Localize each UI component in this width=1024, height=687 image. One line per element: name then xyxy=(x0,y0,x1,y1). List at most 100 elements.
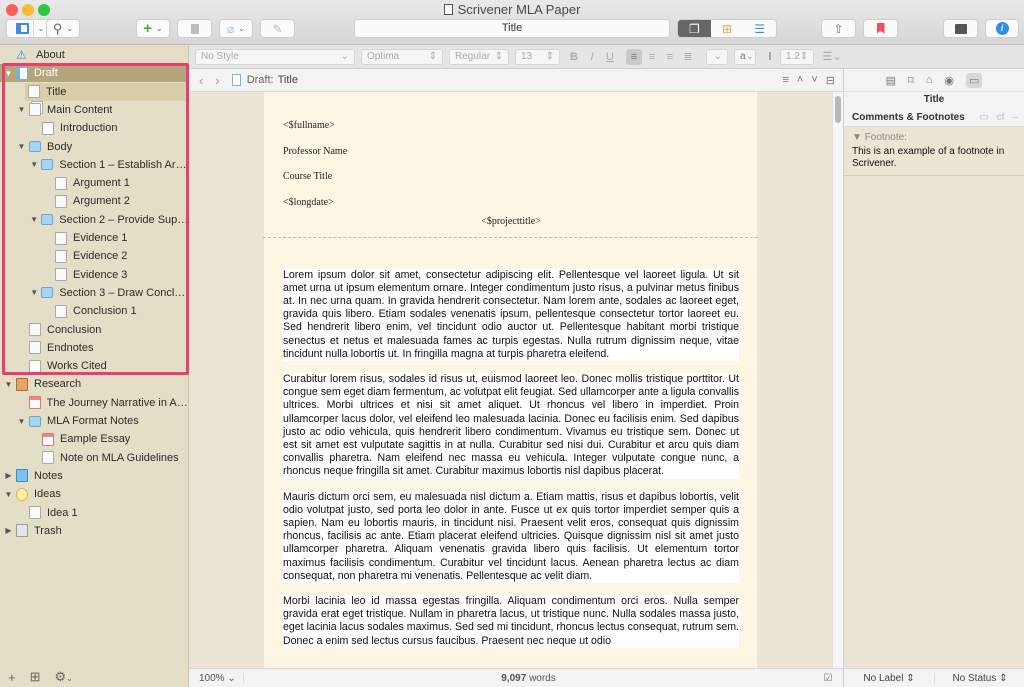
binder-item-eample-essay[interactable]: Eample Essay xyxy=(0,430,189,448)
bookmarks-tab-icon[interactable]: ⌑ xyxy=(908,74,914,87)
snapshots-tab-icon[interactable]: ◉ xyxy=(944,74,954,87)
binder-item-title[interactable]: Title xyxy=(25,82,186,101)
add-footnote-button[interactable]: cf xyxy=(997,112,1005,123)
disclosure-triangle-icon[interactable]: ▼ xyxy=(4,69,13,78)
footnote-header[interactable]: ▼ Footnote: xyxy=(852,132,1016,143)
composition-mode-button[interactable] xyxy=(943,19,978,38)
scrivenings-view-button[interactable]: ❐ xyxy=(678,20,711,37)
document-body[interactable]: Lorem ipsum dolor sit amet, consectetur … xyxy=(264,238,757,648)
target-button[interactable]: ☑ xyxy=(813,673,843,684)
zoom-select[interactable]: 100% ⌄ xyxy=(189,672,244,684)
binder-item-section-3-draw-conclusi[interactable]: ▼ Section 3 – Draw Conclusi… xyxy=(0,284,189,302)
scrollbar-thumb[interactable] xyxy=(835,96,841,123)
item-menu-icon[interactable]: ≡ xyxy=(782,74,788,87)
binder-item-mla-format-notes[interactable]: ▼ MLA Format Notes xyxy=(0,412,189,430)
binder-item-conclusion-1[interactable]: Conclusion 1 xyxy=(0,302,189,320)
status-select[interactable]: No Status ⇕ xyxy=(935,673,1024,684)
footnote-item[interactable]: ▼ Footnote: This is an example of a foot… xyxy=(844,127,1024,176)
window-title: Scrivener MLA Paper xyxy=(0,2,1024,17)
font-family-select[interactable]: Optima ⇕ xyxy=(361,48,443,65)
add-comment-icon[interactable]: ▭ xyxy=(979,112,988,123)
disclosure-triangle-icon[interactable]: ▼ xyxy=(17,105,26,114)
footnote-text[interactable]: This is an example of a footnote in Scri… xyxy=(852,146,1016,170)
share-button[interactable]: ⇧ xyxy=(821,19,856,38)
font-size-select[interactable]: 13 ⇕ xyxy=(515,48,560,65)
disclosure-triangle-icon[interactable]: ▼ xyxy=(30,215,38,224)
binder-item-research[interactable]: ▼ Research xyxy=(0,375,189,393)
align-left-button[interactable]: ≡ xyxy=(626,48,642,65)
add-item-button[interactable]: + xyxy=(8,670,16,685)
line-spacing-select[interactable]: 1.2 ⇕ xyxy=(780,48,814,65)
disclosure-triangle-icon[interactable]: ▼ xyxy=(17,142,26,151)
label-select[interactable]: No Label ⇕ xyxy=(844,672,935,684)
binder-item-notes[interactable]: ▶ Notes xyxy=(0,467,189,485)
trash-button[interactable] xyxy=(177,19,212,38)
binder-item-ideas[interactable]: ▼ Ideas xyxy=(0,485,189,503)
binder-item-evidence-1[interactable]: Evidence 1 xyxy=(0,229,189,247)
paragraph-style-select[interactable]: No Style ⌄ xyxy=(195,48,355,65)
attach-button[interactable]: ⌀ ⌄ xyxy=(219,19,253,38)
binder-item-argument-1[interactable]: Argument 1 xyxy=(0,174,189,192)
quick-reference-button[interactable]: ✎ xyxy=(260,19,295,38)
editor-scrollbar[interactable] xyxy=(832,92,843,668)
notes-tab-icon[interactable]: ▤ xyxy=(886,74,896,87)
disclosure-triangle-icon[interactable]: ▼ xyxy=(30,160,38,169)
binder-item-evidence-3[interactable]: Evidence 3 xyxy=(0,266,189,284)
align-center-button[interactable]: ≡ xyxy=(644,49,660,65)
align-justify-icon: ≣ xyxy=(683,51,693,63)
underline-button[interactable]: U xyxy=(602,49,618,65)
binder-item-the-journey-narrative-in-am[interactable]: The Journey Narrative in Am… xyxy=(0,394,189,412)
disclosure-triangle-icon[interactable]: ▼ xyxy=(4,490,13,499)
split-editor-icon[interactable]: ⊟ xyxy=(826,74,835,87)
outline-view-button[interactable]: ☰ xyxy=(743,20,776,37)
binder-item-works-cited[interactable]: Works Cited xyxy=(0,357,189,375)
inspector-toggle-button[interactable]: i xyxy=(985,19,1019,38)
binder-item-evidence-2[interactable]: Evidence 2 xyxy=(0,247,189,265)
comments-footnotes-header: Comments & Footnotes ▭ cf – xyxy=(844,108,1024,127)
label-value: No Label xyxy=(863,672,904,684)
word-count: 9,097 words xyxy=(244,673,813,684)
align-right-button[interactable]: ≡ xyxy=(662,49,678,65)
search-button[interactable]: ⚲ ⌄ xyxy=(46,19,80,38)
binder-item-about[interactable]: ⚠ About xyxy=(0,46,189,64)
disclosure-triangle-icon[interactable]: ▼ xyxy=(4,380,13,389)
document-title-field[interactable]: Title xyxy=(354,19,670,38)
binder-item-draft[interactable]: ▼ Draft xyxy=(0,64,189,83)
disclosure-triangle-icon[interactable]: ▶ xyxy=(4,526,13,535)
document-page[interactable]: <$fullname> Professor Name Course Title … xyxy=(263,92,758,668)
remove-button[interactable]: – xyxy=(1012,112,1018,123)
binder-item-section-1-establish-argu[interactable]: ▼ Section 1 – Establish Argu… xyxy=(0,156,189,174)
binder-item-conclusion[interactable]: Conclusion xyxy=(0,321,189,339)
binder-item-idea-1[interactable]: Idea 1 xyxy=(0,504,189,522)
binder-item-trash[interactable]: ▶ Trash xyxy=(0,522,189,540)
text-color-select[interactable]: ⌄ xyxy=(706,48,728,65)
list-style-button[interactable]: ☰⌄ xyxy=(820,49,844,65)
binder-item-endnotes[interactable]: Endnotes xyxy=(0,339,189,357)
italic-button[interactable]: I xyxy=(584,49,600,65)
binder-item-section-2-provide-suppo[interactable]: ▼ Section 2 – Provide Suppo… xyxy=(0,211,189,229)
corkboard-view-button[interactable]: ⊞ xyxy=(711,20,744,37)
binder-item-body[interactable]: ▼ Body xyxy=(0,138,189,156)
back-button[interactable]: ‹ xyxy=(199,73,203,88)
font-weight-select[interactable]: Regular ⇕ xyxy=(449,48,509,65)
binder-item-main-content[interactable]: ▼ Main Content xyxy=(0,101,189,119)
forward-button[interactable]: › xyxy=(215,73,219,88)
binder-item-introduction[interactable]: Introduction xyxy=(0,119,189,137)
previous-document-icon[interactable]: ˄ xyxy=(797,74,803,87)
disclosure-triangle-icon[interactable]: ▼ xyxy=(17,417,26,426)
settings-gear-button[interactable]: ⚙⌄ xyxy=(55,669,73,685)
disclosure-triangle-icon[interactable]: ▼ xyxy=(30,288,38,297)
binder-item-note-on-mla-guidelines[interactable]: Note on MLA Guidelines xyxy=(0,449,189,467)
next-document-icon[interactable]: ˅ xyxy=(811,74,817,87)
add-document-button[interactable]: + ⌄ xyxy=(136,19,170,38)
bold-button[interactable]: B xyxy=(566,49,582,65)
binder-item-argument-2[interactable]: Argument 2 xyxy=(0,192,189,210)
highlight-color-select[interactable]: a ⌄ xyxy=(734,48,756,65)
align-justify-button[interactable]: ≣ xyxy=(680,49,696,65)
comments-tab-icon[interactable]: ▭ xyxy=(965,72,983,88)
metadata-tab-icon[interactable]: ⌂ xyxy=(926,74,933,86)
add-folder-button[interactable]: ⊞ xyxy=(30,669,41,685)
disclosure-triangle-icon[interactable]: ▶ xyxy=(4,471,13,480)
zoom-value: 100% xyxy=(199,672,225,684)
bookmark-button[interactable] xyxy=(863,19,898,38)
